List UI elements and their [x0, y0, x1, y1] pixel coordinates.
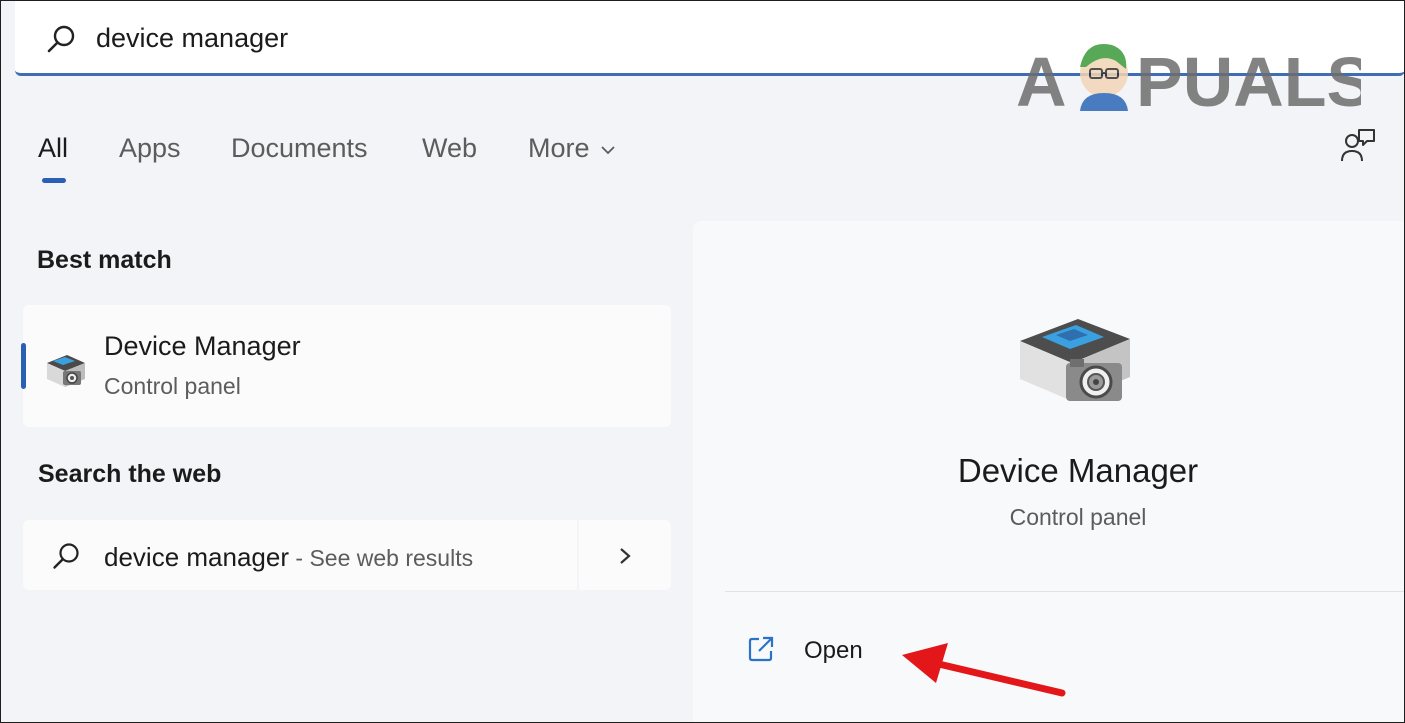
open-label: Open — [804, 637, 863, 664]
svg-text:A: A — [1016, 43, 1067, 111]
appuals-watermark-logo: A PUALS — [1016, 31, 1373, 121]
tab-label: More — [528, 133, 590, 163]
best-match-title: Device Manager — [104, 331, 301, 361]
tab-more[interactable]: More — [528, 133, 616, 164]
best-match-result[interactable] — [23, 305, 671, 427]
tab-label: Apps — [119, 133, 181, 163]
svg-text:PUALS: PUALS — [1136, 43, 1361, 111]
active-tab-indicator — [42, 178, 66, 183]
search-input[interactable]: device manager — [96, 23, 288, 54]
chevron-right-icon — [620, 548, 631, 564]
tab-web[interactable]: Web — [422, 133, 477, 164]
web-query-text: device manager — [104, 542, 289, 572]
selection-indicator — [21, 343, 26, 389]
search-icon — [53, 543, 79, 569]
best-match-heading: Best match — [37, 246, 172, 274]
tab-apps[interactable]: Apps — [119, 133, 181, 164]
chevron-down-icon — [600, 146, 615, 155]
annotation-arrow-icon — [902, 643, 1066, 697]
tab-label: Documents — [231, 133, 368, 163]
detail-title: Device Manager — [957, 452, 1199, 489]
tab-label: Web — [422, 133, 478, 163]
tab-all[interactable]: All — [38, 133, 68, 164]
tab-label: All — [38, 133, 69, 163]
appuals-logo-icon: A PUALS — [1016, 43, 1373, 121]
web-results-hint: - See web results — [289, 545, 474, 571]
open-external-icon — [748, 636, 774, 662]
search-web-heading: Search the web — [38, 460, 222, 488]
start-search-window: device manager A PUALS All Apps Document… — [0, 0, 1405, 723]
feedback-icon[interactable] — [1339, 127, 1377, 163]
detail-subtitle: Control panel — [1009, 504, 1147, 530]
tab-documents[interactable]: Documents — [231, 133, 368, 164]
device-manager-icon — [1020, 319, 1130, 401]
best-match-subtitle: Control panel — [104, 373, 241, 399]
device-manager-icon — [47, 355, 85, 387]
web-search-text: device manager - See web results — [104, 542, 473, 573]
detail-divider — [725, 591, 1404, 592]
search-icon — [47, 25, 75, 53]
